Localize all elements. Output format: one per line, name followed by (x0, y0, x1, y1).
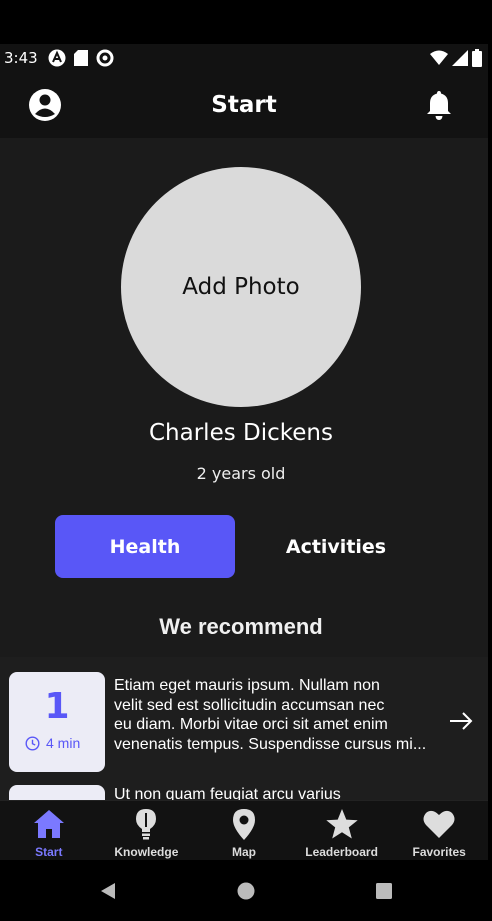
nav-label: Leaderboard (305, 845, 378, 859)
bell-icon[interactable] (421, 87, 457, 123)
heart-icon (423, 810, 455, 838)
recommend-item[interactable]: Ut non quam feugiat arcu varius (0, 785, 488, 800)
tab-activities[interactable]: Activities (246, 515, 426, 578)
profile-age: 2 years old (196, 464, 286, 483)
map-pin-icon (232, 809, 255, 840)
nav-item-favorites[interactable]: Favorites (390, 801, 488, 860)
nav-label: Knowledge (114, 845, 179, 859)
wifi-icon (430, 50, 448, 65)
recommend-line: velit sed est sollicitudin accumsan nec (114, 696, 385, 714)
signal-icon (452, 50, 468, 66)
recommend-badge (9, 785, 105, 800)
clock-icon (25, 735, 40, 751)
home-icon (33, 810, 64, 838)
recommend-description: Ut non quam feugiat arcu varius (114, 785, 444, 800)
data-saver-icon (96, 49, 114, 67)
right-edge (488, 44, 492, 860)
nav-label: Favorites (412, 845, 466, 859)
recommend-number: 1 (44, 686, 70, 727)
status-time: 3:43 (4, 49, 38, 67)
nav-item-map[interactable]: Map (195, 801, 293, 860)
recommend-description: Etiam eget mauris ipsum. Nullam non veli… (114, 676, 444, 754)
recommend-duration-text: 4 min (46, 735, 81, 751)
status-bar: 3:43 (0, 44, 488, 72)
tab-health-label: Health (109, 535, 181, 558)
recommend-duration: 4 min (25, 735, 80, 751)
recommend-list: 1 4 min Etiam eget mauris ipsum. Nullam … (0, 657, 488, 800)
app-a-icon (48, 49, 66, 67)
app-bar: Start (0, 72, 488, 138)
nav-item-knowledge[interactable]: Knowledge (98, 801, 196, 860)
add-photo-label: Add Photo (182, 274, 300, 300)
page-title: Start (211, 92, 277, 118)
account-circle-icon[interactable] (27, 87, 63, 123)
recommend-title: We recommend (159, 614, 323, 639)
top-black-bar (0, 0, 492, 44)
home-button-icon[interactable] (237, 882, 255, 900)
bottom-nav: Start Knowledge Map Leaderboard Favorite… (0, 800, 488, 860)
main-content: Add Photo Charles Dickens 2 years old He… (0, 138, 488, 800)
nav-item-leaderboard[interactable]: Leaderboard (293, 801, 391, 860)
arrow-right-icon[interactable] (448, 709, 474, 733)
sd-card-icon (73, 50, 88, 66)
nav-label: Start (35, 845, 63, 859)
recommend-line: Ut non quam feugiat arcu varius (114, 786, 341, 800)
tab-activities-label: Activities (285, 535, 387, 558)
nav-label: Map (231, 845, 256, 859)
add-photo-button[interactable]: Add Photo (121, 167, 361, 407)
tab-health[interactable]: Health (55, 515, 235, 578)
recents-icon[interactable] (375, 882, 393, 900)
back-icon[interactable] (99, 882, 117, 900)
lightbulb-icon (136, 809, 157, 840)
system-nav-bar (0, 860, 492, 921)
recommend-line: eu diam. Morbi vitae orci sit amet enim (114, 716, 388, 733)
star-icon (325, 809, 358, 839)
recommend-badge: 1 4 min (9, 672, 105, 772)
nav-item-start[interactable]: Start (0, 801, 98, 860)
profile-name: Charles Dickens (149, 420, 333, 446)
recommend-line: Etiam eget mauris ipsum. Nullam non (114, 677, 380, 694)
recommend-item[interactable]: 1 4 min Etiam eget mauris ipsum. Nullam … (0, 657, 488, 772)
battery-icon (472, 49, 482, 67)
recommend-line: venenatis tempus. Suspendisse cursus mi.… (114, 735, 427, 753)
